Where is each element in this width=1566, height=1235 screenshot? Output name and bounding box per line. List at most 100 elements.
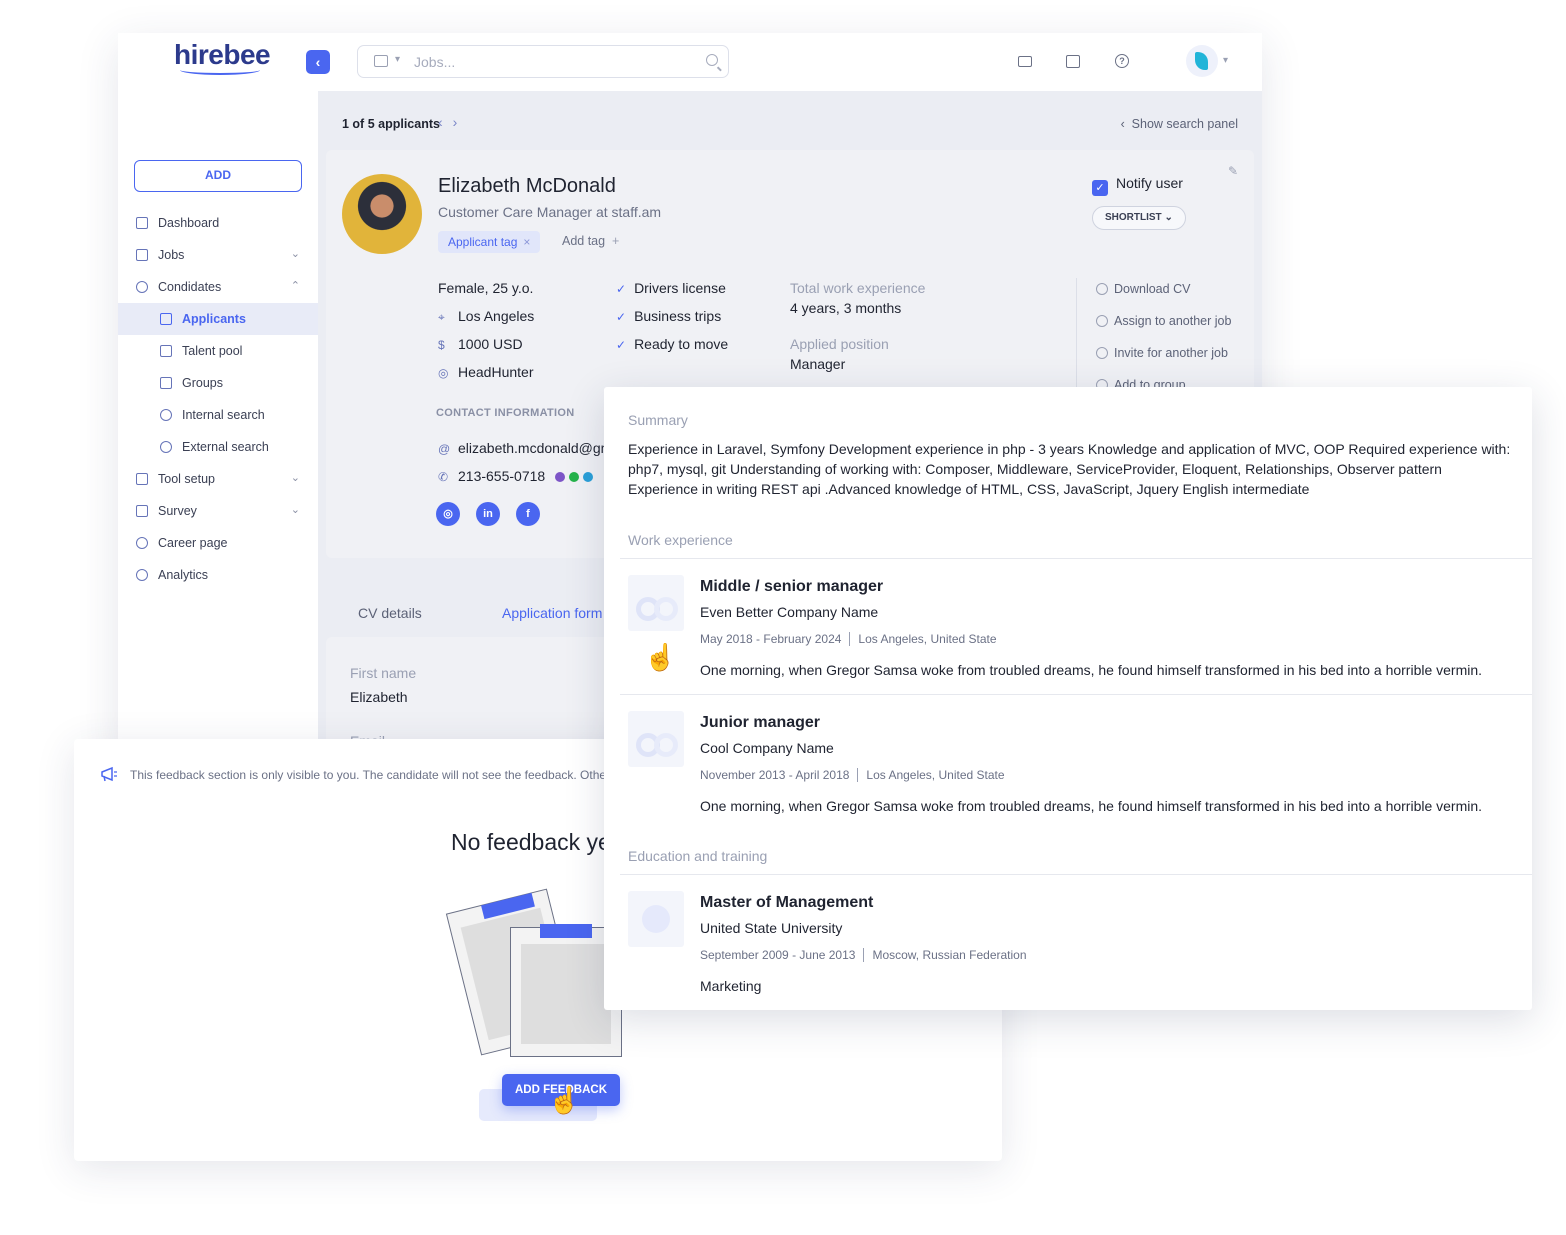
sidebar-item-jobs[interactable]: Jobs ⌄ [118, 239, 318, 271]
first-name-label: First name [350, 665, 417, 681]
tab-application-form[interactable]: Application form [502, 605, 602, 621]
chevron-down-icon: ⌄ [290, 472, 300, 484]
assign-job-action[interactable]: Assign to another job [1096, 314, 1231, 328]
facebook-icon[interactable]: f [516, 502, 540, 526]
briefcase-icon [136, 249, 148, 261]
checkbox-icon[interactable]: ✓ [1092, 180, 1108, 196]
phone[interactable]: ✆ 213-655-0718 [438, 468, 594, 484]
divider [620, 694, 1532, 695]
first-name-value[interactable]: Elizabeth [350, 689, 408, 705]
location: ⌖ Los Angeles [438, 308, 535, 324]
cv-details-popup: Summary Experience in Laravel, Symfony D… [604, 387, 1532, 1010]
total-exp-label: Total work experience [790, 280, 926, 296]
sidebar-item-tool-setup[interactable]: Tool setup ⌄ [118, 463, 318, 495]
clipboard-icon [136, 505, 148, 517]
company-name: Even Better Company Name [700, 604, 879, 620]
candidate-photo [342, 174, 422, 254]
collapse-sidebar-button[interactable]: ‹ [306, 50, 330, 74]
sidebar-item-talent-pool[interactable]: Talent pool [118, 335, 318, 367]
search-icon[interactable] [706, 54, 718, 66]
sidebar: ADD Dashboard Jobs ⌄ Condidates ⌃ Applican… [118, 91, 318, 753]
sidebar-item-dashboard[interactable]: Dashboard [118, 207, 318, 239]
chevron-up-icon: ⌃ [290, 280, 300, 292]
sidebar-item-applicants[interactable]: Applicants [118, 303, 318, 335]
total-exp-value: 4 years, 3 months [790, 300, 902, 316]
whatsapp-icon[interactable] [569, 472, 580, 482]
grid-icon [136, 217, 148, 229]
calendar-icon[interactable] [1066, 55, 1080, 68]
sidebar-item-survey[interactable]: Survey ⌄ [118, 495, 318, 527]
feedback-note: This feedback section is only visible to… [130, 768, 611, 782]
invite-job-action[interactable]: Invite for another job [1096, 346, 1228, 360]
pie-chart-icon [136, 569, 148, 581]
summary-text: Experience in Laravel, Symfony Developme… [628, 441, 1511, 497]
school-logo [628, 891, 684, 947]
user-avatar[interactable] [1186, 45, 1218, 77]
notify-user-checkbox[interactable]: ✓ Notify user [1092, 175, 1183, 196]
work-experience-heading: Work experience [628, 532, 733, 548]
shortlist-dropdown[interactable]: SHORTLIST ⌄ [1092, 206, 1186, 230]
chevron-down-icon[interactable]: ▾ [1223, 55, 1228, 66]
sidebar-item-candidates[interactable]: Condidates ⌃ [118, 271, 318, 303]
applied-position-value: Manager [790, 356, 846, 372]
mail-icon[interactable] [1018, 56, 1032, 67]
degree-title: Master of Management [700, 894, 874, 911]
hirebee-logo[interactable]: hirebee [174, 39, 271, 75]
prev-icon[interactable]: ‹ [438, 114, 453, 130]
sidebar-item-analytics[interactable]: Analytics [118, 559, 318, 591]
instagram-icon[interactable]: ◎ [436, 502, 460, 526]
education-field: Marketing [700, 978, 762, 994]
job-meta: November 2013 - April 2018 Los Angeles, U… [700, 768, 1005, 782]
sidebar-item-internal-search[interactable]: Internal search [118, 399, 318, 431]
next-icon[interactable]: › [453, 114, 468, 130]
job-title: Junior manager [700, 714, 821, 731]
check-icon: ✓ [616, 282, 627, 296]
close-icon[interactable]: × [523, 235, 530, 249]
help-icon[interactable]: ? [1115, 54, 1129, 68]
sidebar-item-groups[interactable]: Groups [118, 367, 318, 399]
applied-position-label: Applied position [790, 336, 889, 352]
person-icon [136, 281, 148, 293]
globe-icon [160, 441, 172, 453]
check-icon: ✓ [616, 310, 627, 324]
edit-icon[interactable]: ✎ [1228, 164, 1238, 178]
candidate-name: Elizabeth McDonald [438, 175, 616, 197]
telegram-icon[interactable] [583, 472, 594, 482]
check-icon: ✓ [616, 338, 627, 352]
add-tag-button[interactable]: Add tag + [562, 234, 619, 248]
globe-icon [136, 537, 148, 549]
chevron-down-icon: ⌄ [1164, 212, 1173, 223]
pager-arrows[interactable]: ‹› [438, 114, 467, 130]
chevron-down-icon[interactable]: ▾ [395, 54, 400, 65]
search-input[interactable] [414, 52, 674, 72]
chevron-down-icon: ⌄ [290, 504, 300, 516]
education-meta: September 2009 - June 2013 Moscow, Russia… [700, 948, 1027, 962]
applicant-tag[interactable]: Applicant tag × [438, 231, 541, 253]
tab-cv-details[interactable]: CV details [358, 605, 422, 621]
chevron-left-icon: ‹ [1120, 117, 1132, 131]
salary: $1000 USD [438, 336, 523, 352]
dollar-icon: $ [438, 338, 445, 352]
hand-cursor-icon: ☝ [644, 642, 677, 672]
applicant-counter: 1 of 5 applicants [342, 117, 440, 131]
show-search-panel-link[interactable]: ‹ Show search panel [1121, 117, 1238, 131]
location-pin-icon: ⌖ [438, 310, 445, 324]
company-name: Cool Company Name [700, 740, 834, 756]
check-drivers-license: ✓ Drivers license [616, 280, 726, 296]
divider [620, 874, 1532, 875]
viber-icon[interactable] [555, 472, 566, 482]
search-icon [160, 409, 172, 421]
sidebar-item-external-search[interactable]: External search [118, 431, 318, 463]
hand-cursor-icon: ☝ [548, 1085, 581, 1115]
add-button[interactable]: ADD [134, 160, 302, 192]
target-icon: ◎ [438, 366, 449, 380]
job-search[interactable]: ▾ [357, 45, 729, 78]
linkedin-icon[interactable]: in [476, 502, 500, 526]
feedback-empty-title: No feedback yet [451, 829, 618, 855]
download-cv-action[interactable]: Download CV [1096, 282, 1190, 296]
job-meta: May 2018 - February 2024 Los Angeles, Uni… [700, 632, 997, 646]
top-bar: hirebee ‹ ▾ ? ▾ [118, 33, 1262, 91]
sidebar-item-career-page[interactable]: Career page [118, 527, 318, 559]
school-name: United State University [700, 920, 843, 936]
plus-circle-icon [1096, 347, 1108, 359]
